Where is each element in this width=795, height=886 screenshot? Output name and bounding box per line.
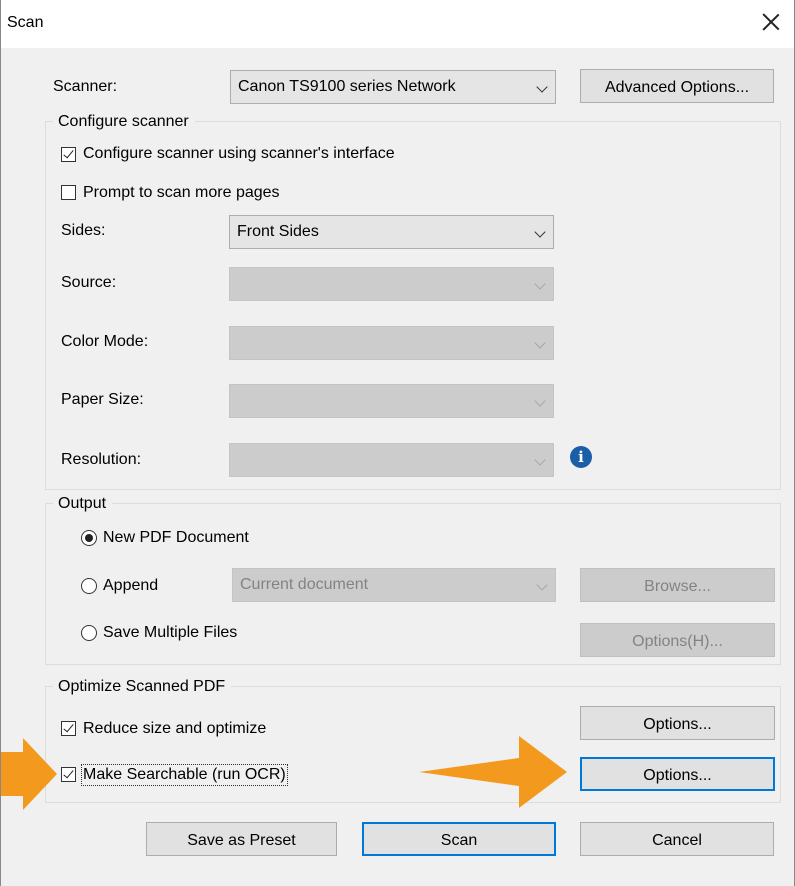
configure-interface-label[interactable]: Configure scanner using scanner's interf…: [83, 145, 395, 163]
browse-button: Browse...: [580, 568, 775, 602]
source-select: [229, 267, 554, 301]
configure-interface-checkbox[interactable]: [61, 147, 76, 162]
color-mode-label: Color Mode:: [61, 333, 149, 350]
resolution-select: [229, 443, 554, 477]
save-multiple-label[interactable]: Save Multiple Files: [103, 624, 237, 642]
configure-scanner-group: [45, 121, 781, 490]
scan-button[interactable]: Scan: [362, 822, 556, 856]
append-target-select: Current document: [232, 568, 556, 602]
new-pdf-radio[interactable]: [81, 530, 97, 546]
window-title: Scan: [7, 14, 44, 31]
append-target-value: Current document: [240, 576, 369, 593]
sides-select-value: Front Sides: [237, 223, 319, 240]
save-multiple-radio[interactable]: [81, 625, 97, 641]
paper-size-label: Paper Size:: [61, 391, 144, 408]
scanner-label: Scanner:: [53, 78, 118, 95]
append-radio[interactable]: [81, 578, 97, 594]
sides-label: Sides:: [61, 222, 106, 239]
paper-size-select: [229, 384, 554, 418]
cancel-button[interactable]: Cancel: [580, 822, 774, 856]
chevron-down-icon: [534, 278, 546, 290]
reduce-size-label[interactable]: Reduce size and optimize: [83, 720, 266, 738]
scanner-select-value: Canon TS9100 series Network: [238, 78, 456, 95]
ocr-checkbox[interactable]: [61, 767, 76, 782]
close-icon[interactable]: [758, 9, 784, 35]
ocr-options-button[interactable]: Options...: [580, 757, 775, 791]
scan-dialog: Scan Scanner: Canon TS9100 series Networ…: [0, 0, 795, 886]
chevron-down-icon: [534, 395, 546, 407]
prompt-more-pages-label[interactable]: Prompt to scan more pages: [83, 184, 280, 202]
reduce-size-checkbox[interactable]: [61, 721, 76, 736]
new-pdf-label[interactable]: New PDF Document: [103, 529, 249, 547]
append-label[interactable]: Append: [103, 577, 158, 595]
info-icon[interactable]: i: [570, 446, 592, 468]
advanced-options-button[interactable]: Advanced Options...: [580, 69, 774, 103]
title-bar: Scan: [1, 0, 794, 48]
output-title: Output: [53, 494, 113, 514]
multiple-files-options-button: Options(H)...: [580, 623, 775, 657]
sides-select[interactable]: Front Sides: [229, 215, 554, 249]
resolution-label: Resolution:: [61, 451, 142, 468]
annotation-arrow-right-icon: [419, 736, 567, 808]
configure-scanner-title: Configure scanner: [53, 112, 195, 132]
scanner-select[interactable]: Canon TS9100 series Network: [230, 70, 556, 104]
source-label: Source:: [61, 274, 117, 291]
optimize-title: Optimize Scanned PDF: [53, 677, 232, 697]
chevron-down-icon: [536, 579, 548, 591]
save-preset-button[interactable]: Save as Preset: [146, 822, 337, 856]
prompt-more-pages-checkbox[interactable]: [61, 185, 76, 200]
chevron-down-icon: [534, 454, 546, 466]
chevron-down-icon: [534, 337, 546, 349]
ocr-label[interactable]: Make Searchable (run OCR): [81, 764, 288, 786]
chevron-down-icon: [536, 81, 548, 93]
chevron-down-icon: [534, 226, 546, 238]
annotation-arrow-left-icon: [1, 738, 57, 810]
color-mode-select: [229, 326, 554, 360]
reduce-options-button[interactable]: Options...: [580, 706, 775, 740]
